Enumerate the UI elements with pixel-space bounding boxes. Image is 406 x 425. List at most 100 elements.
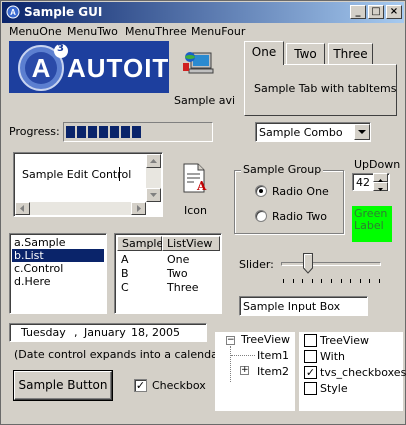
edit-hscrollbar[interactable] [15, 202, 146, 215]
date-value[interactable]: 18, 2005 [131, 326, 180, 339]
slider-tick [302, 279, 304, 283]
list-item-selected[interactable]: b.List [12, 249, 104, 262]
sample-button[interactable]: Sample Button [14, 371, 112, 400]
tree-item[interactable]: Item1 [257, 349, 289, 362]
tree-check-item[interactable]: Style [320, 382, 348, 395]
list-item[interactable]: c.Control [12, 262, 104, 275]
listview-cell[interactable]: B [121, 267, 129, 280]
tree-root[interactable]: TreeView [241, 333, 290, 346]
maximize-button[interactable]: □ [368, 5, 384, 19]
radio-one[interactable] [255, 185, 267, 197]
slider-tick [311, 279, 313, 283]
date-day[interactable]: Tuesday [21, 326, 66, 339]
date-note: (Date control expands into a calendar) [14, 348, 227, 361]
tree-check-item[interactable]: TreeView [320, 334, 369, 347]
document-icon: A [183, 163, 207, 193]
progress-label: Progress: [9, 125, 60, 138]
slider-track[interactable] [281, 262, 381, 266]
slider-thumb[interactable] [303, 253, 313, 274]
listview-cell: One [167, 253, 190, 266]
listview-cell[interactable]: C [121, 281, 129, 294]
slider-tick [359, 279, 361, 283]
tree-checkbox-checked[interactable]: ✓ [304, 366, 317, 379]
combo-value: Sample Combo [259, 126, 343, 139]
menu-three[interactable]: MenuThree [125, 25, 187, 38]
radio-two[interactable] [255, 210, 267, 222]
scroll-left-button[interactable] [15, 202, 30, 215]
listview-cell[interactable]: A [121, 253, 129, 266]
progress-block [99, 126, 108, 138]
minimize-button[interactable]: _ [350, 5, 366, 19]
scroll-down-button[interactable] [146, 188, 161, 202]
slider-tick [340, 279, 342, 283]
sample-input-box[interactable]: Sample Input Box [239, 296, 368, 316]
progress-block [110, 126, 119, 138]
tree-connector [231, 355, 255, 356]
tree-checkbox[interactable] [304, 350, 317, 363]
scroll-up-arrow-icon [150, 159, 157, 163]
tab-panel: Sample Tab with tabItems [244, 64, 397, 116]
tree-collapse-toggle[interactable]: − [226, 336, 235, 345]
tree-check-item[interactable]: With [320, 350, 345, 363]
tab-content-label: Sample Tab with tabItems [254, 82, 397, 95]
menu-bar: MenuOne MenuTwo MenuThree MenuFour [2, 23, 404, 41]
slider-tick [321, 279, 323, 283]
tab-one[interactable]: One [244, 41, 284, 65]
green-label: Green Label [352, 206, 392, 242]
menu-two[interactable]: MenuTwo [67, 25, 118, 38]
autoit-app-icon: A [6, 5, 20, 19]
progress-block [132, 126, 141, 138]
slider-tick [379, 279, 380, 283]
treeview[interactable]: − TreeView Item1 + Item2 [215, 332, 295, 411]
slider-label: Slider: [239, 258, 274, 271]
tree-item[interactable]: Item2 [257, 365, 289, 378]
tab-two[interactable]: Two [286, 43, 325, 65]
updown-down-button[interactable] [373, 182, 388, 191]
close-button[interactable]: × [386, 5, 402, 19]
scroll-down-arrow-icon [150, 193, 157, 197]
listview-header-sample[interactable]: Sample [117, 236, 163, 251]
scroll-right-arrow-icon [137, 205, 141, 212]
date-separator: , [74, 326, 78, 339]
progress-block [88, 126, 97, 138]
updown-up-button[interactable] [373, 173, 388, 182]
edit-scrollbar[interactable] [146, 154, 161, 202]
logo-text: AUTOIT [67, 53, 169, 83]
scroll-up-button[interactable] [146, 154, 161, 168]
svg-text:A: A [196, 179, 207, 193]
sample-listview[interactable]: Sample ListView A One B Two C Three [114, 233, 222, 314]
listview-header-listview[interactable]: ListView [162, 236, 220, 251]
progress-bar [63, 122, 213, 142]
title-bar[interactable]: A Sample GUI _ □ × [2, 2, 404, 23]
edit-text: Sample Edit Control [22, 168, 132, 181]
radio-two-label: Radio Two [272, 210, 328, 223]
slider-ticks [283, 279, 380, 283]
menu-four[interactable]: MenuFour [191, 25, 245, 38]
tree-checkbox[interactable] [304, 334, 317, 347]
tree-checkbox[interactable] [304, 382, 317, 395]
autoit-logo: A 3 AUTOIT [9, 41, 169, 93]
spin-down-icon [378, 188, 383, 191]
tab-three[interactable]: Three [328, 43, 373, 65]
listview-cell: Three [167, 281, 199, 294]
tree-check-item[interactable]: tvs_checkboxes [320, 366, 406, 379]
checkbox[interactable]: ✓ [134, 379, 147, 392]
list-item[interactable]: a.Sample [12, 236, 104, 249]
date-month[interactable]: January [84, 326, 126, 339]
input-value: Sample Input Box [243, 300, 341, 313]
sample-combo[interactable]: Sample Combo [255, 122, 371, 142]
window-title: Sample GUI [24, 5, 103, 19]
treeview-checkboxes[interactable]: TreeView With ✓ tvs_checkboxes Style [299, 332, 406, 411]
sample-list[interactable]: a.Sample b.List c.Control d.Here [9, 233, 107, 314]
menu-one[interactable]: MenuOne [9, 25, 62, 38]
logo-letter: A [32, 53, 51, 83]
sample-edit-control[interactable]: Sample Edit Control [13, 152, 163, 217]
tree-expand-toggle[interactable]: + [240, 366, 249, 375]
avi-label: Sample avi [174, 94, 236, 107]
scroll-right-button[interactable] [131, 202, 146, 215]
tree-connector [230, 346, 231, 382]
list-item[interactable]: d.Here [12, 275, 104, 288]
green-label-text: Green Label [354, 207, 388, 232]
combo-dropdown-button[interactable] [354, 124, 370, 140]
date-picker[interactable]: Tuesday , January 18, 2005 [9, 323, 207, 342]
